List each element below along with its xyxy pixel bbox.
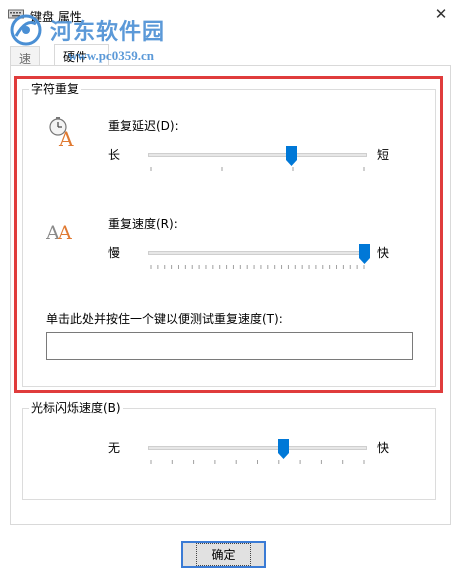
cursor-blink-min-label: 无 xyxy=(108,441,121,455)
cursor-blink-group-label: 光标闪烁速度(B) xyxy=(29,401,123,415)
tab-hardware[interactable]: 硬件 xyxy=(54,44,109,66)
highlight-frame xyxy=(14,76,443,393)
cursor-blink-group: 光标闪烁速度(B) xyxy=(22,401,436,500)
window-title: 键盘 属性 xyxy=(30,10,82,24)
keyboard-icon xyxy=(8,9,24,19)
close-icon: ✕ xyxy=(434,5,448,23)
tab-speed[interactable]: 速度 xyxy=(10,46,41,83)
title-bar: 键盘 属性 ✕ xyxy=(0,0,461,30)
cursor-blink-slider-thumb[interactable] xyxy=(277,439,289,459)
close-button[interactable]: ✕ xyxy=(421,0,461,28)
cursor-blink-max-label: 快 xyxy=(377,441,390,455)
cursor-blink-ticks xyxy=(150,460,365,464)
ok-button[interactable]: 确定 xyxy=(181,541,266,568)
cursor-blink-track[interactable] xyxy=(148,446,367,450)
ok-button-label: 确定 xyxy=(196,543,251,566)
